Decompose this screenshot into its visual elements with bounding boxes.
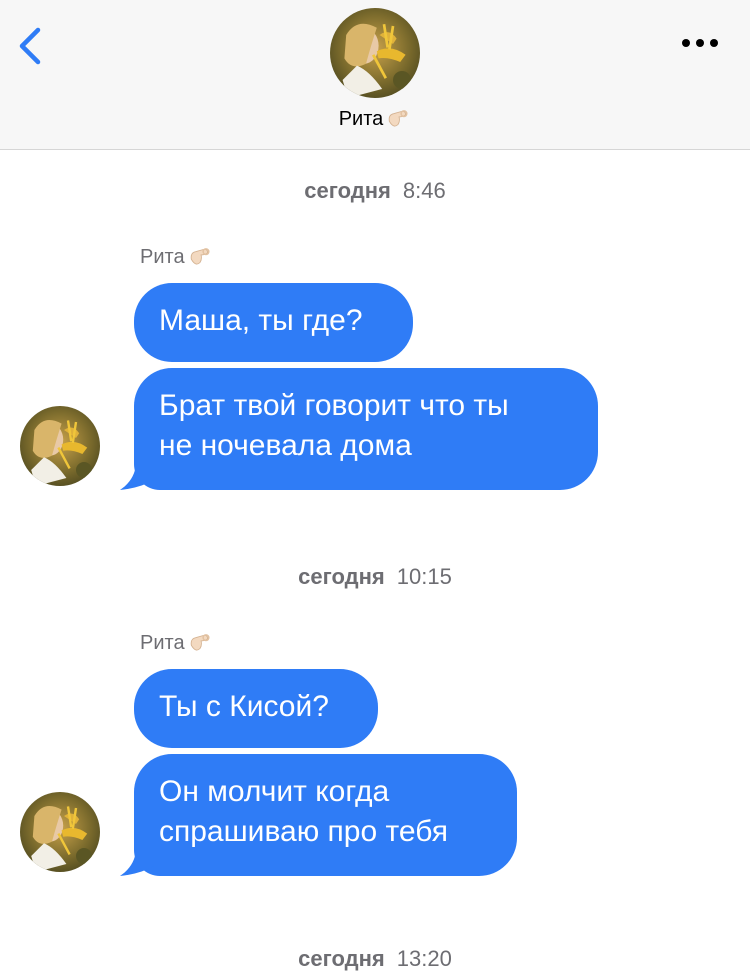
sender-name: Рита [140, 246, 185, 268]
message-text: Ты с Кисой? [159, 690, 329, 723]
timestamp-day: сегодня [298, 946, 385, 971]
timestamp: сегодня 8:46 [0, 178, 750, 204]
more-button[interactable] [676, 30, 724, 56]
message-text-line: не ночевала дома [159, 429, 412, 462]
sender-avatar[interactable] [20, 792, 100, 872]
bubble-tail [120, 842, 154, 876]
timestamp-day: сегодня [304, 178, 391, 203]
bubble-tail [120, 456, 154, 490]
timestamp: сегодня 13:20 [0, 946, 750, 972]
contact-avatar[interactable] [330, 8, 420, 98]
timestamp-time: 8:46 [402, 178, 446, 203]
ok-hand-emoji [187, 629, 213, 655]
sender-label: Рита [140, 632, 213, 655]
sender-avatar[interactable] [20, 406, 100, 486]
message-text-line: спрашиваю про тебя [159, 815, 449, 848]
sender-label: Рита [140, 246, 213, 269]
ok-hand-emoji [187, 243, 213, 269]
message-bubble[interactable]: Ты с Кисой? [134, 669, 378, 748]
chevron-left-icon [19, 27, 41, 65]
timestamp-time: 13:20 [396, 946, 452, 971]
message-bubble[interactable]: Маша, ты где? [134, 283, 413, 362]
timestamp: сегодня 10:15 [0, 564, 750, 590]
message-text-line: Он молчит когда [159, 775, 390, 808]
chat-header: Рита [0, 0, 750, 150]
back-button[interactable] [14, 24, 50, 68]
timestamp-day: сегодня [298, 564, 385, 589]
ok-hand-emoji [385, 105, 411, 131]
message-bubble[interactable]: Он молчит когда спрашиваю про тебя [134, 754, 517, 876]
timestamp-time: 10:15 [396, 564, 452, 589]
message-text: Маша, ты где? [159, 304, 363, 337]
more-dots-icon [682, 39, 718, 47]
sender-name: Рита [140, 632, 185, 654]
message-text-line: Брат твой говорит что ты [159, 389, 509, 422]
contact-name: Рита [338, 108, 384, 130]
contact-name-row[interactable]: Рита [0, 108, 750, 131]
message-bubble[interactable]: Брат твой говорит что ты не ночевала дом… [134, 368, 598, 490]
